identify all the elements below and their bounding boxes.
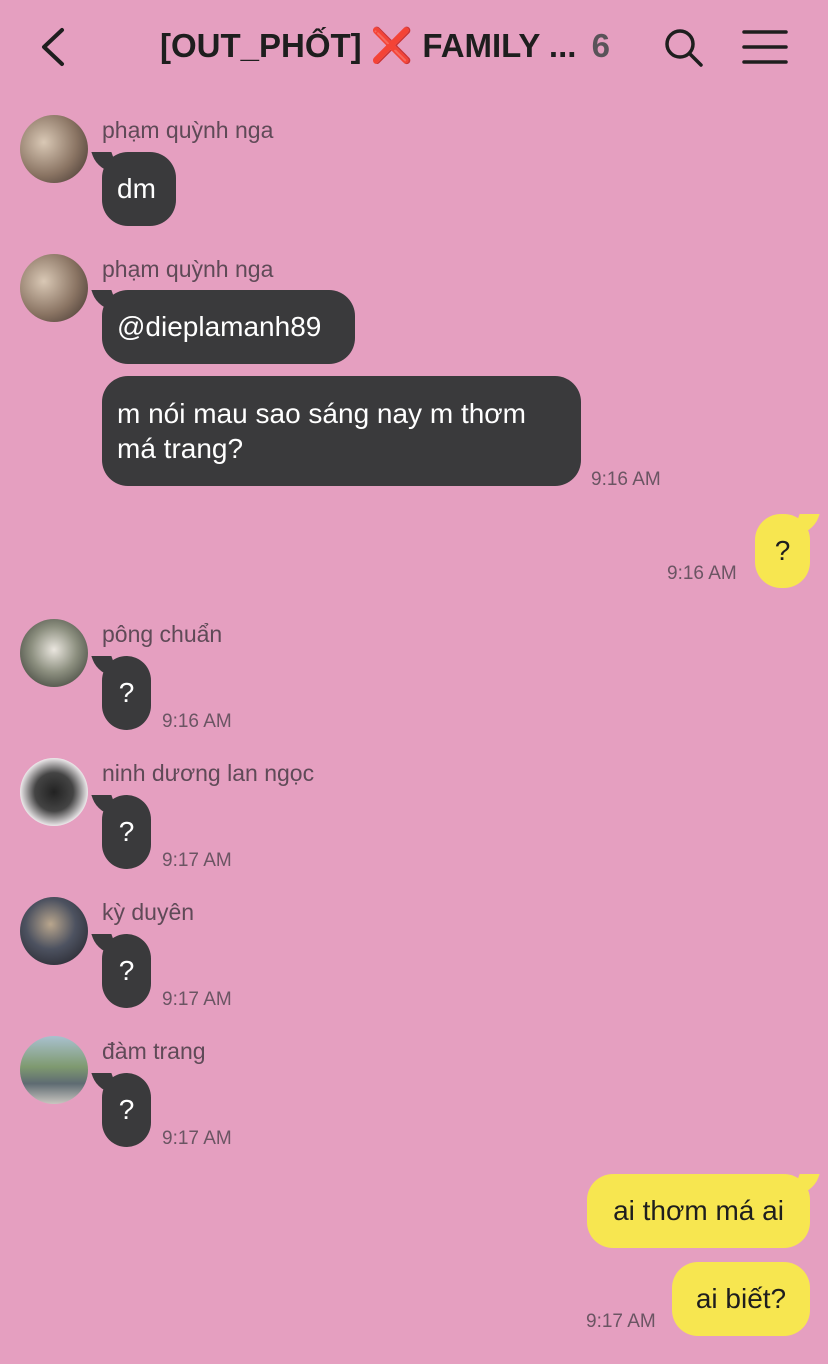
message-text-line: má trang? [117, 433, 244, 464]
message-bubble[interactable]: ? [102, 934, 151, 1008]
message-bubble[interactable]: ? [102, 795, 151, 869]
member-count: 6 [591, 27, 610, 64]
message-time: 9:17 AM [162, 989, 232, 1010]
avatar[interactable] [20, 619, 88, 687]
message-time: 9:16 AM [667, 563, 737, 584]
my-message-bubble[interactable]: ? [755, 514, 810, 588]
message-bubble[interactable]: @dieplamanh89 [102, 290, 355, 364]
sender-name: đàm trang [102, 1038, 206, 1064]
message-text: dm [117, 173, 156, 204]
sender-name: pông chuẩn [102, 621, 223, 647]
menu-icon[interactable] [740, 24, 790, 70]
sender-name: ninh dương lan ngọc [102, 760, 315, 786]
message-bubble[interactable]: m nói mau sao sáng nay m thơm má trang? [102, 376, 581, 486]
message-time: 9:17 AM [162, 850, 232, 871]
message-bubble[interactable]: ? [102, 656, 151, 730]
search-icon[interactable] [660, 24, 708, 72]
message-text: ? [118, 677, 135, 708]
message-time: 9:17 AM [162, 1128, 232, 1149]
sender-name: kỳ duyên [102, 899, 195, 925]
my-message-bubble[interactable]: ai thơm má ai [587, 1174, 810, 1248]
avatar[interactable] [20, 1036, 88, 1104]
avatar[interactable] [20, 254, 88, 322]
avatar[interactable] [20, 758, 88, 826]
back-arrow-icon[interactable] [30, 22, 78, 72]
message-text: ai thơm má ai [613, 1195, 784, 1226]
chat-title[interactable]: [OUT_PHỐT] ❌ FAMILY ... 6 [160, 26, 610, 66]
message-bubble[interactable]: ? [102, 1073, 151, 1147]
message-text-line: m nói mau sao sáng nay m thơm [117, 398, 526, 429]
message-text: ? [118, 955, 135, 986]
message-time: 9:16 AM [162, 711, 232, 732]
message-time: 9:17 AM [586, 1311, 656, 1332]
message-text: ? [774, 535, 791, 566]
avatar[interactable] [20, 115, 88, 183]
chat-title-text: [OUT_PHỐT] [160, 27, 362, 64]
chat-header: [OUT_PHỐT] ❌ FAMILY ... 6 [0, 0, 828, 95]
sender-name: phạm quỳnh nga [102, 256, 274, 282]
message-text: ? [118, 1094, 135, 1125]
chat-title-rest: FAMILY ... [422, 27, 577, 64]
my-message-bubble[interactable]: ai biết? [672, 1262, 810, 1336]
avatar[interactable] [20, 897, 88, 965]
message-time: 9:16 AM [591, 469, 661, 490]
message-bubble[interactable]: dm [102, 152, 176, 226]
sender-name: phạm quỳnh nga [102, 117, 274, 143]
cross-mark-icon: ❌ [370, 27, 414, 65]
message-text: @dieplamanh89 [117, 311, 322, 342]
message-text: ai biết? [695, 1283, 787, 1314]
message-text: ? [118, 816, 135, 847]
